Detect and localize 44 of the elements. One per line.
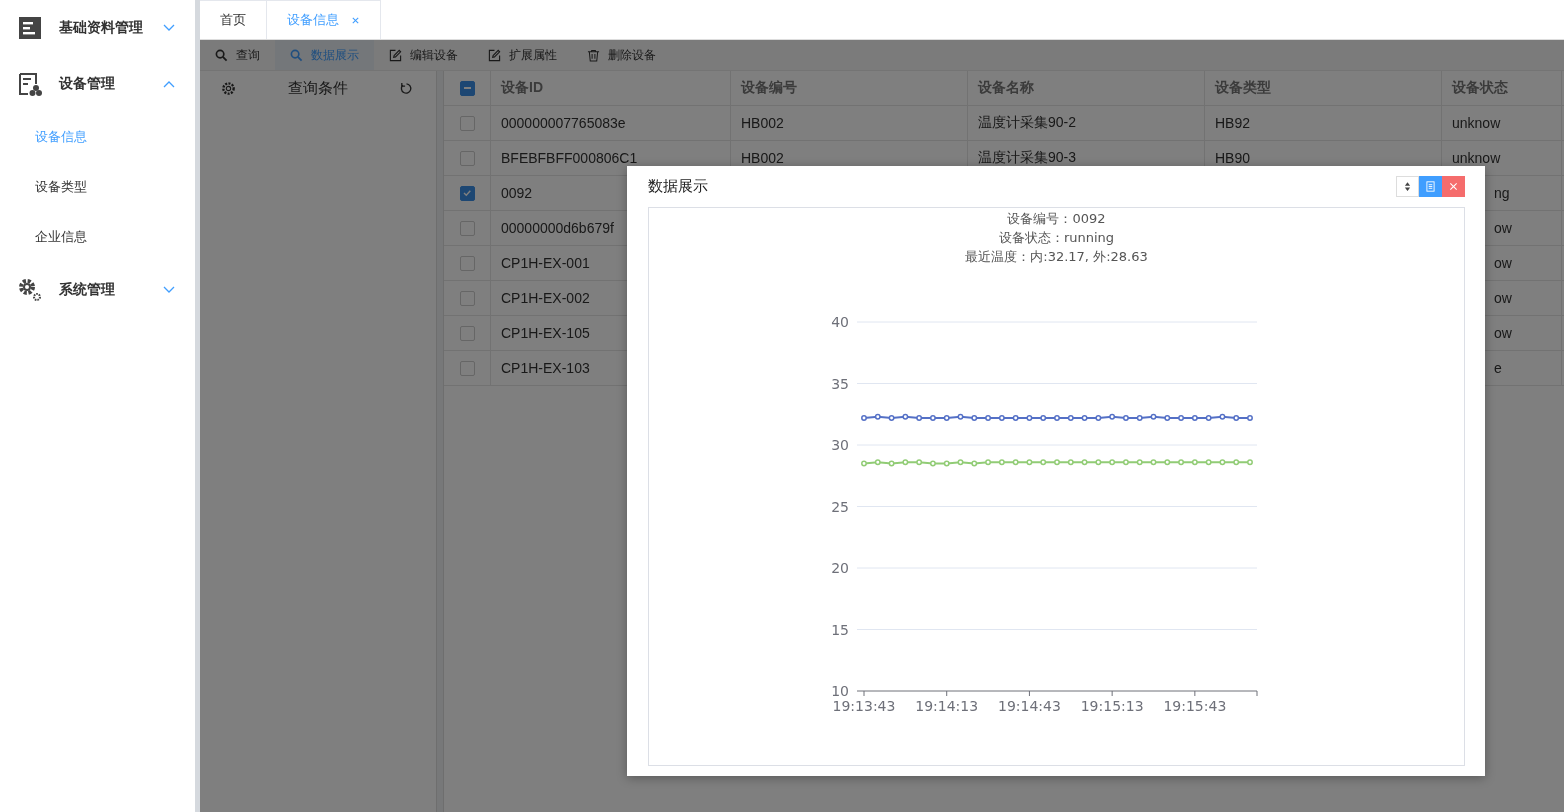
table-cell: ow [1494,325,1512,341]
axis-label: 35 [831,375,849,392]
axis-label: 19:14:43 [998,698,1061,714]
table-cell: 0092 [501,185,533,201]
chart-title: 设备状态：running [998,229,1115,247]
panel-title: 查询条件 [287,79,348,98]
table-cell: CP1H-EX-103 [501,360,590,376]
column-header: 设备名称 [978,79,1034,97]
column-header: 设备编号 [741,79,797,97]
table-cell: ow [1494,290,1512,306]
table-cell: ow [1494,220,1512,236]
axis-label: 30 [831,437,849,453]
column-header: 设备ID [501,79,543,97]
table-cell: 00000000d6b679f [501,220,614,236]
table-cell: HB92 [1215,115,1251,131]
axis-label: 25 [831,498,849,515]
table-cell: BFEBFBFF000806C1 [501,150,638,166]
table-cell: HB002 [741,150,784,166]
axis-label: 10 [831,683,849,699]
table-cell: CP1H-EX-001 [501,255,590,271]
axis-label: 19:15:13 [1080,698,1144,714]
table-cell: ng [1494,185,1510,201]
axis-label: 19:13:43 [832,698,896,714]
table-cell: 温度计采集90-3 [978,149,1077,167]
table-cell: ow [1494,255,1512,271]
table-cell: CP1H-EX-105 [501,325,590,341]
axis-label: 15 [831,621,849,638]
column-header: 设备状态 [1452,79,1508,97]
chart-title: 设备编号：0092 [1007,210,1106,228]
axis-label: 40 [831,314,849,330]
axis-label: 19:15:43 [1163,698,1227,714]
table-cell: CP1H-EX-002 [501,290,590,306]
chart-title: 最近温度：内:32.17, 外:28.63 [965,248,1148,266]
table-cell: 温度计采集90-2 [978,114,1077,132]
table-cell: e [1494,360,1502,376]
column-header: 设备类型 [1215,79,1271,97]
table-cell: HB90 [1215,150,1251,166]
axis-label: 20 [831,560,849,576]
table-cell: HB002 [741,115,784,131]
dialog-title: 数据展示 [648,177,708,196]
table-cell: unknow [1452,150,1501,166]
table-cell: 000000007765083e [501,115,626,131]
axis-label: 19:14:13 [915,698,979,714]
table-cell: unknow [1452,115,1501,131]
